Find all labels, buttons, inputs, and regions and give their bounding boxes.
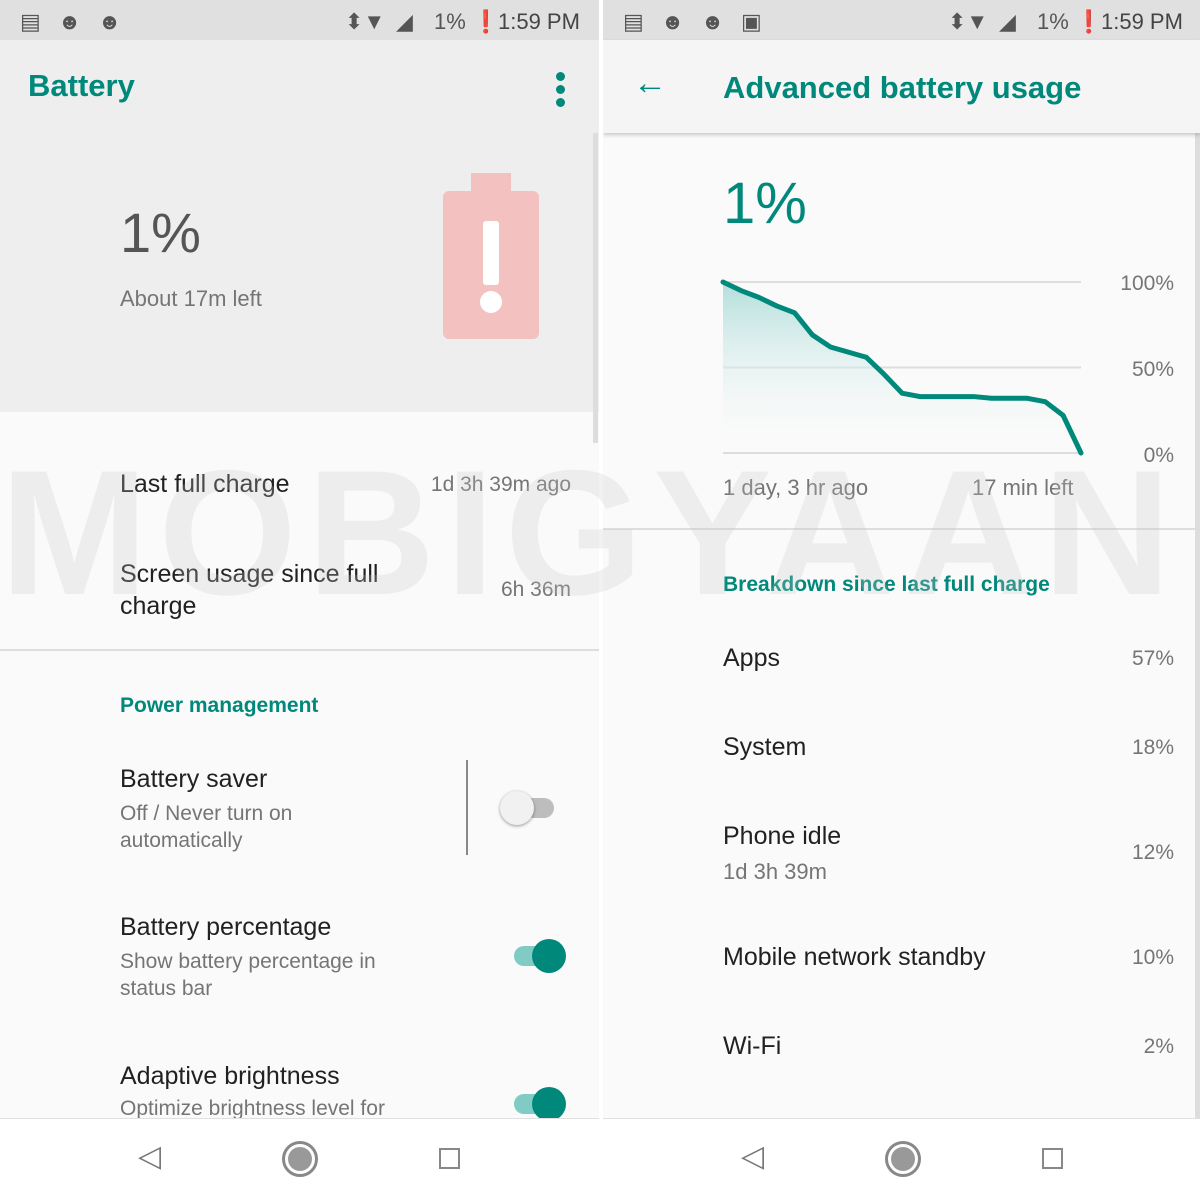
item-value: 10%	[1131, 946, 1174, 969]
reddit-icon: ☻	[98, 9, 122, 34]
setting-title: Battery saver	[120, 765, 268, 793]
usage-item-wifi[interactable]: Wi-Fi 2%	[603, 1020, 1200, 1100]
app-bar: ← Advanced battery usage	[603, 40, 1200, 133]
item-label: System	[723, 733, 807, 761]
usage-item-apps[interactable]: Apps 57%	[603, 630, 1200, 710]
signal-no-sim-icon: ◢	[999, 9, 1016, 34]
usage-item-phone-idle[interactable]: Phone idle 1d 3h 39m 12%	[603, 810, 1200, 900]
divider	[603, 528, 1200, 530]
battery-alert-icon: ❗	[472, 9, 500, 34]
item-value: 57%	[1131, 647, 1174, 670]
item-value: 18%	[1131, 736, 1174, 759]
recents-nav-icon[interactable]	[1042, 1148, 1063, 1169]
battery-percent: 1%	[434, 9, 466, 34]
scrollbar[interactable]	[593, 133, 598, 443]
item-summary: 1d 3h 39m	[723, 859, 827, 884]
time-remaining: About 17m left	[120, 286, 262, 311]
item-value: 2%	[1143, 1035, 1174, 1058]
item-label: Wi-Fi	[723, 1032, 782, 1060]
page-title: Advanced battery usage	[723, 70, 1082, 105]
section-header: Breakdown since last full charge	[723, 573, 1050, 596]
setting-title: Battery percentage	[120, 913, 332, 941]
clock: 1:59 PM	[498, 9, 580, 34]
battery-saver-setting[interactable]: Battery saver Off / Never turn on automa…	[0, 760, 599, 860]
item-label: Phone idle	[723, 822, 842, 850]
setting-summary: Optimize brightness level for	[120, 1097, 385, 1118]
usage-item-system[interactable]: System 18%	[603, 720, 1200, 800]
back-nav-icon[interactable]: ◁	[138, 1139, 161, 1174]
row-value: 1d 3h 39m ago	[430, 473, 571, 496]
wifi-icon: ⬍▼	[345, 9, 386, 34]
signal-no-sim-icon: ◢	[396, 9, 413, 34]
status-bar: ▤ ☻ ☻ ▣ ⬍▼ ◢ 1% ❗ 1:59 PM	[603, 0, 1200, 40]
row-value: 6h 36m	[500, 578, 571, 601]
home-nav-icon[interactable]	[282, 1141, 318, 1177]
item-label: Apps	[723, 644, 780, 672]
scrollbar[interactable]	[1195, 133, 1200, 1118]
battery-percentage-setting[interactable]: Battery percentage Show battery percenta…	[0, 910, 599, 1010]
home-nav-icon[interactable]	[885, 1141, 921, 1177]
y-tick-100: 100%	[1120, 272, 1174, 295]
battery-screen: ▤ ☻ ☻ ⬍▼ ◢ 1% ❗ 1:59 PM Battery 1% About…	[0, 0, 599, 1198]
back-nav-icon[interactable]: ◁	[741, 1139, 764, 1174]
y-tick-50: 50%	[1131, 358, 1174, 381]
battery-level: 1%	[723, 171, 807, 236]
adaptive-brightness-setting[interactable]: Adaptive brightness Optimize brightness …	[0, 1060, 599, 1118]
row-label: Screen usage since full charge	[120, 560, 379, 620]
item-value: 12%	[1131, 841, 1174, 864]
row-label: Last full charge	[120, 470, 290, 498]
usage-item-mobile-network-standby[interactable]: Mobile network standby 10%	[603, 930, 1200, 1010]
setting-summary: Off / Never turn on automatically	[120, 802, 293, 852]
image-icon: ▣	[741, 9, 762, 34]
status-bar: ▤ ☻ ☻ ⬍▼ ◢ 1% ❗ 1:59 PM	[0, 0, 599, 40]
setting-title: Adaptive brightness	[120, 1062, 340, 1090]
wifi-icon: ⬍▼	[948, 9, 989, 34]
divider	[0, 649, 599, 651]
battery-usage-graph	[720, 279, 1084, 456]
section-header: Power management	[120, 694, 319, 717]
reddit-icon: ☻	[701, 9, 725, 34]
page-title: Battery	[28, 68, 135, 103]
more-options-button[interactable]	[556, 72, 568, 107]
back-arrow-icon[interactable]: ←	[633, 64, 667, 103]
battery-alert-icon	[443, 173, 539, 339]
x-end-label: 17 min left	[972, 475, 1074, 500]
reddit-icon: ☻	[661, 9, 685, 34]
y-tick-0: 0%	[1143, 444, 1174, 467]
divider	[466, 760, 468, 855]
notes-icon: ▤	[623, 9, 644, 34]
battery-percent: 1%	[1037, 9, 1069, 34]
reddit-icon: ☻	[58, 9, 82, 34]
last-full-charge-row[interactable]: Last full charge 1d 3h 39m ago	[0, 440, 599, 530]
x-start-label: 1 day, 3 hr ago	[723, 475, 869, 500]
advanced-battery-usage-screen: ▤ ☻ ☻ ▣ ⬍▼ ◢ 1% ❗ 1:59 PM ← Advanced bat…	[603, 0, 1200, 1198]
notes-icon: ▤	[20, 9, 41, 34]
screen-usage-row[interactable]: Screen usage since full charge 6h 36m	[0, 548, 599, 648]
battery-level: 1%	[120, 201, 201, 264]
clock: 1:59 PM	[1101, 9, 1183, 34]
adaptive-brightness-toggle[interactable]	[514, 1087, 566, 1118]
setting-summary: Show battery percentage in status bar	[120, 950, 376, 1000]
item-label: Mobile network standby	[723, 943, 986, 971]
battery-percentage-toggle[interactable]	[514, 939, 566, 973]
navigation-bar: ◁	[603, 1118, 1200, 1198]
battery-saver-toggle[interactable]	[500, 791, 554, 825]
battery-alert-icon: ❗	[1075, 9, 1103, 34]
navigation-bar: ◁	[0, 1118, 599, 1198]
recents-nav-icon[interactable]	[439, 1148, 460, 1169]
